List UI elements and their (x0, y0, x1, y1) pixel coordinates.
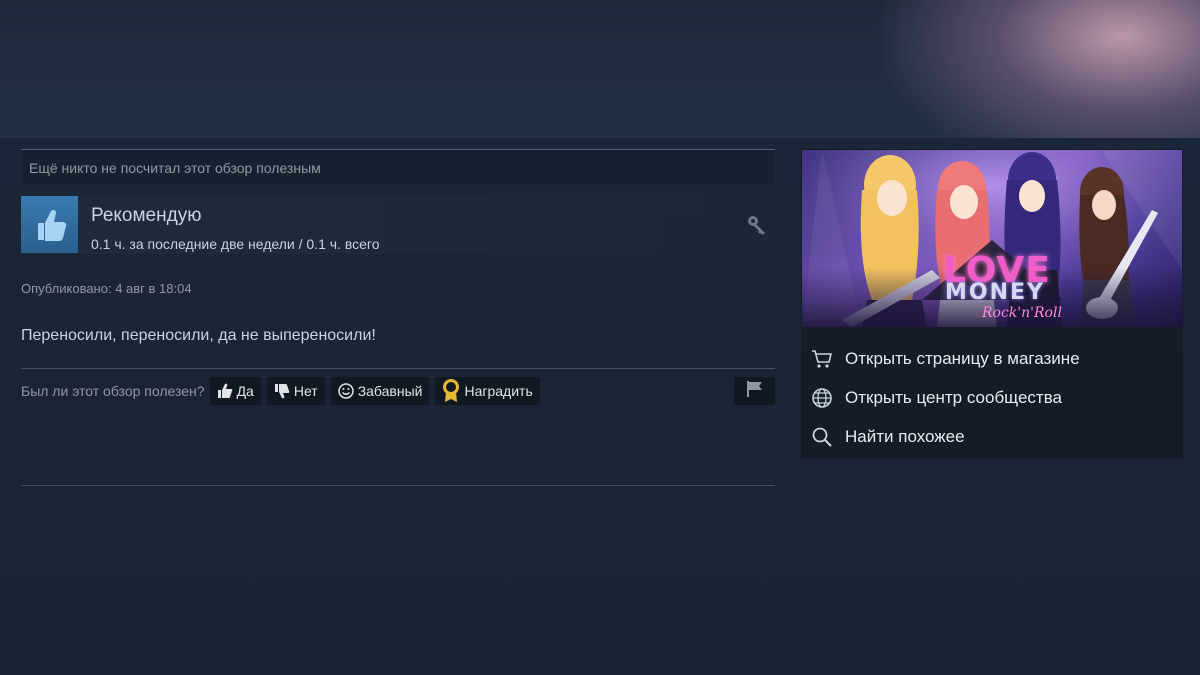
game-links-menu: Открыть страницу в магазине Открыть цент… (801, 339, 1183, 456)
recommendation-title: Рекомендую (91, 205, 202, 226)
flag-icon (745, 380, 765, 403)
header-background (0, 0, 1200, 140)
posted-date: Опубликовано: 4 авг в 18:04 (21, 281, 192, 296)
vote-no-label: Нет (293, 383, 318, 399)
game-capsule-image[interactable]: LOVE MONEY Rock'n'Roll (802, 150, 1182, 327)
vote-funny-button[interactable]: Забавный (330, 377, 430, 405)
find-similar-label: Найти похожее (845, 426, 965, 446)
vote-yes-label: Да (236, 383, 254, 399)
vote-no-button[interactable]: Нет (266, 377, 325, 405)
open-store-page-link[interactable]: Открыть страницу в магазине (801, 339, 1183, 378)
review-panel: Ещё никто не посчитал этот обзор полезны… (21, 149, 775, 486)
thumbs-down-icon (273, 382, 291, 400)
vote-row: Был ли этот обзор полезен? Да Нет Забавн… (21, 376, 775, 406)
thumbs-up-icon (21, 196, 78, 253)
smiley-icon (337, 382, 355, 400)
recommendation-header: Рекомендую 0.1 ч. за последние две недел… (21, 196, 775, 254)
vote-question: Был ли этот обзор полезен? (21, 383, 205, 399)
review-body: Переносили, переносили, да не выпереноси… (21, 327, 376, 344)
report-flag-button[interactable] (734, 377, 775, 405)
header-glow (870, 0, 1200, 140)
vote-funny-label: Забавный (357, 383, 423, 399)
open-community-hub-label: Открыть центр сообщества (845, 387, 1063, 407)
globe-icon (811, 387, 833, 409)
game-logo-subtitle: Rock'n'Roll (982, 305, 1062, 321)
game-sidebar: LOVE MONEY Rock'n'Roll Открыть страницу … (801, 149, 1183, 459)
divider (21, 368, 775, 369)
award-medal-icon (441, 379, 461, 403)
playtime-text: 0.1 ч. за последние две недели / 0.1 ч. … (91, 236, 380, 252)
game-logo-money: MONEY (945, 280, 1045, 305)
open-store-page-label: Открыть страницу в магазине (845, 348, 1080, 368)
award-button[interactable]: Наградить (435, 377, 540, 405)
helpful-status-bar: Ещё никто не посчитал этот обзор полезны… (21, 149, 775, 185)
divider (21, 485, 775, 486)
open-community-hub-link[interactable]: Открыть центр сообщества (801, 378, 1183, 417)
award-label: Наградить (464, 383, 533, 399)
key-icon (746, 214, 768, 241)
cart-icon (811, 348, 833, 370)
helpful-status-text: Ещё никто не посчитал этот обзор полезны… (29, 159, 321, 176)
vote-yes-button[interactable]: Да (209, 377, 261, 405)
find-similar-link[interactable]: Найти похожее (801, 417, 1183, 456)
thumbs-up-icon (216, 382, 234, 400)
search-icon (811, 426, 833, 448)
